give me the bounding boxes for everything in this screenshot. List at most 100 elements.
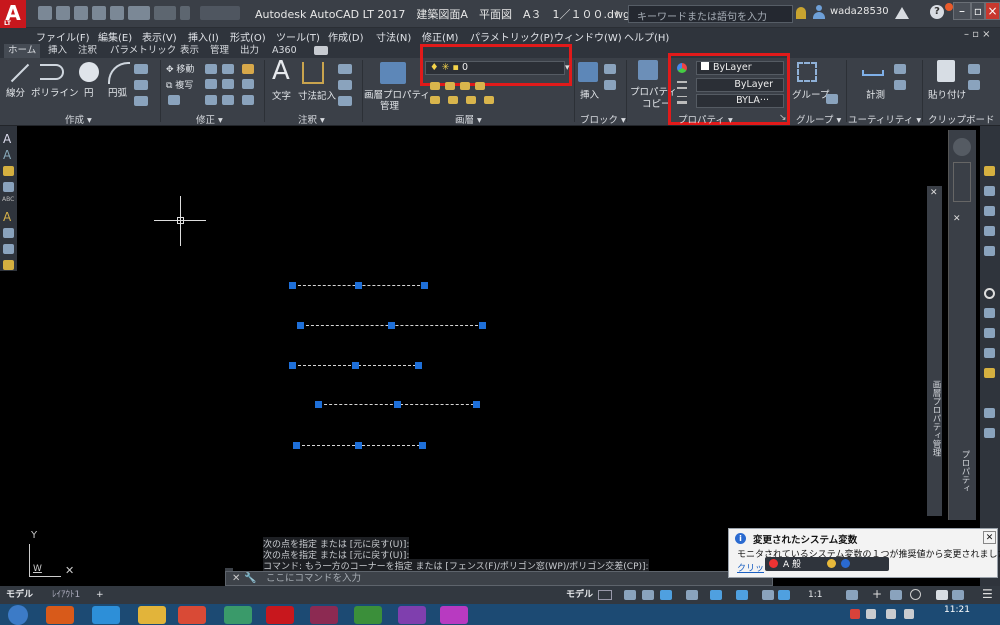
close-button[interactable]: × <box>985 2 1000 20</box>
binoculars-icon[interactable] <box>796 7 806 19</box>
polar-icon[interactable] <box>660 590 672 600</box>
array-icon[interactable] <box>222 95 234 105</box>
lineweight-dropdown[interactable]: BYLA··· <box>696 94 784 108</box>
insert-label[interactable]: 挿入 <box>580 87 599 101</box>
text-tool-icon[interactable]: A <box>3 132 11 146</box>
menu-modify[interactable]: 修正(M) <box>422 29 458 44</box>
navigation-bar[interactable] <box>953 162 971 202</box>
tool-icon-4[interactable] <box>984 226 995 236</box>
tool-icon-10[interactable] <box>984 408 995 418</box>
tab-home[interactable]: ホーム <box>4 44 41 58</box>
grip-endpoint[interactable] <box>415 362 422 369</box>
tab-view[interactable]: 表示 <box>180 44 199 58</box>
menu-window[interactable]: ウィンドウ(W) <box>554 29 622 44</box>
notification-balloon[interactable]: i 変更されたシステム変数 ✕ モニタされているシステム変数の１つが推奨値から変… <box>728 528 1000 578</box>
clipboard-panel-title[interactable]: クリップボード <box>928 112 995 126</box>
rectangle-icon[interactable] <box>134 64 148 74</box>
circle-tool-icon[interactable] <box>984 288 995 299</box>
tool-icon-1[interactable] <box>984 166 995 176</box>
scale-text-icon[interactable] <box>3 228 14 238</box>
tool-icon-5[interactable] <box>984 246 995 256</box>
taskbar-autocad[interactable] <box>266 606 294 624</box>
layer-merge-icon[interactable] <box>484 96 494 104</box>
taskbar-pdf[interactable] <box>310 606 338 624</box>
arc-icon[interactable] <box>108 62 130 84</box>
multileader-icon[interactable] <box>338 80 352 90</box>
grip-midpoint[interactable] <box>352 362 359 369</box>
move-tool[interactable]: ✥ 移動 <box>166 62 194 75</box>
trim-icon[interactable] <box>222 64 234 74</box>
menu-edit[interactable]: 編集(E) <box>98 29 132 44</box>
command-customize-icon[interactable]: 🔧 <box>244 572 256 585</box>
tab-output[interactable]: 出力 <box>240 44 259 58</box>
tool-icon-2[interactable] <box>984 186 995 196</box>
mtext-tool-icon[interactable]: A <box>3 148 11 162</box>
print-icon[interactable] <box>110 6 124 20</box>
hatch-icon[interactable] <box>134 80 148 90</box>
layer-dropdown[interactable]: ♦ ✳ ▪ 0 <box>425 61 565 75</box>
taskbar-explorer[interactable] <box>138 606 166 624</box>
layer-freeze-icon[interactable] <box>460 82 470 90</box>
grip-endpoint[interactable] <box>419 442 426 449</box>
tab-insert[interactable]: 挿入 <box>48 44 67 58</box>
menu-help[interactable]: ヘルプ(H) <box>624 29 669 44</box>
menu-insert[interactable]: 挿入(I) <box>188 29 219 44</box>
tab-parametric[interactable]: パラメトリック <box>110 44 176 58</box>
text-style-icon[interactable]: A <box>3 210 11 224</box>
grip-midpoint[interactable] <box>355 282 362 289</box>
layer-off-icon[interactable] <box>430 82 440 90</box>
lineweight-toggle-icon[interactable] <box>762 590 774 600</box>
maximize-button[interactable]: ▫ <box>971 2 985 20</box>
measure-icon[interactable] <box>862 70 884 76</box>
menu-tools[interactable]: ツール(T) <box>276 29 320 44</box>
annotation-scale[interactable]: 1:1 <box>808 589 822 601</box>
taskbar-app-2[interactable] <box>440 606 468 624</box>
drawing-canvas[interactable]: Y W ✕ 次の点を指定 または [元に戻す(U)]: 次の点を指定 または [… <box>17 126 927 586</box>
color-dropdown[interactable]: ByLayer <box>696 61 784 75</box>
viewcube-icon[interactable] <box>953 138 971 156</box>
groups-panel-title[interactable]: グループ ▾ <box>796 112 841 126</box>
polyline-label[interactable]: ポリライン <box>31 85 79 99</box>
grip-endpoint[interactable] <box>315 401 322 408</box>
tray-flag-icon[interactable] <box>866 609 876 619</box>
tool-icon-3[interactable] <box>984 206 995 216</box>
workspace-selector[interactable] <box>200 6 240 20</box>
menu-dimension[interactable]: 寸法(N) <box>376 29 411 44</box>
polyline-icon[interactable] <box>40 64 64 80</box>
circle-label[interactable]: 円 <box>84 85 94 99</box>
redo-icon[interactable] <box>154 6 176 20</box>
notification-link[interactable]: クリッ <box>737 561 764 574</box>
grip-endpoint[interactable] <box>479 322 486 329</box>
leader-icon[interactable] <box>338 64 352 74</box>
open-file-icon[interactable] <box>56 6 70 20</box>
erase-icon[interactable] <box>242 64 254 74</box>
copy-tool[interactable]: ⧉ 複写 <box>166 78 193 91</box>
grip-midpoint[interactable] <box>355 442 362 449</box>
taskbar-hob[interactable] <box>398 606 426 624</box>
autodesk-exchange-icon[interactable] <box>895 7 909 19</box>
dimension-icon[interactable] <box>302 62 324 84</box>
layer-isolate-icon[interactable] <box>445 82 455 90</box>
line-label[interactable]: 線分 <box>6 85 25 99</box>
menu-draw[interactable]: 作成(D) <box>328 29 364 44</box>
layers-panel-title[interactable]: 画層 ▾ <box>455 112 482 126</box>
tab-layout1[interactable]: ﾚｲｱｳﾄ1 <box>52 589 80 601</box>
grip-endpoint[interactable] <box>297 322 304 329</box>
ime-toolbar[interactable]: A 般 <box>765 557 889 571</box>
menu-format[interactable]: 形式(O) <box>230 29 266 44</box>
customize-status-icon[interactable]: ☰ <box>982 587 993 601</box>
annotation-panel-title[interactable]: 注釈 ▾ <box>298 112 325 126</box>
isolate-objects-icon[interactable] <box>910 589 921 600</box>
find-text-icon[interactable] <box>3 182 14 192</box>
grip-endpoint[interactable] <box>289 282 296 289</box>
edit-block-icon[interactable] <box>604 80 616 90</box>
application-menu-button[interactable]: A LT <box>0 0 26 28</box>
text-icon[interactable]: A <box>272 56 290 86</box>
grip-midpoint[interactable] <box>394 401 401 408</box>
group-selection-icon[interactable] <box>826 94 838 104</box>
tray-icon[interactable] <box>850 609 860 619</box>
plus-icon[interactable]: + <box>872 587 882 601</box>
clock[interactable]: 11:21 <box>944 605 970 615</box>
linetype-dropdown[interactable]: ByLayer <box>696 78 784 92</box>
layer-dropdown-chevron-icon[interactable]: ▾ <box>565 63 570 73</box>
